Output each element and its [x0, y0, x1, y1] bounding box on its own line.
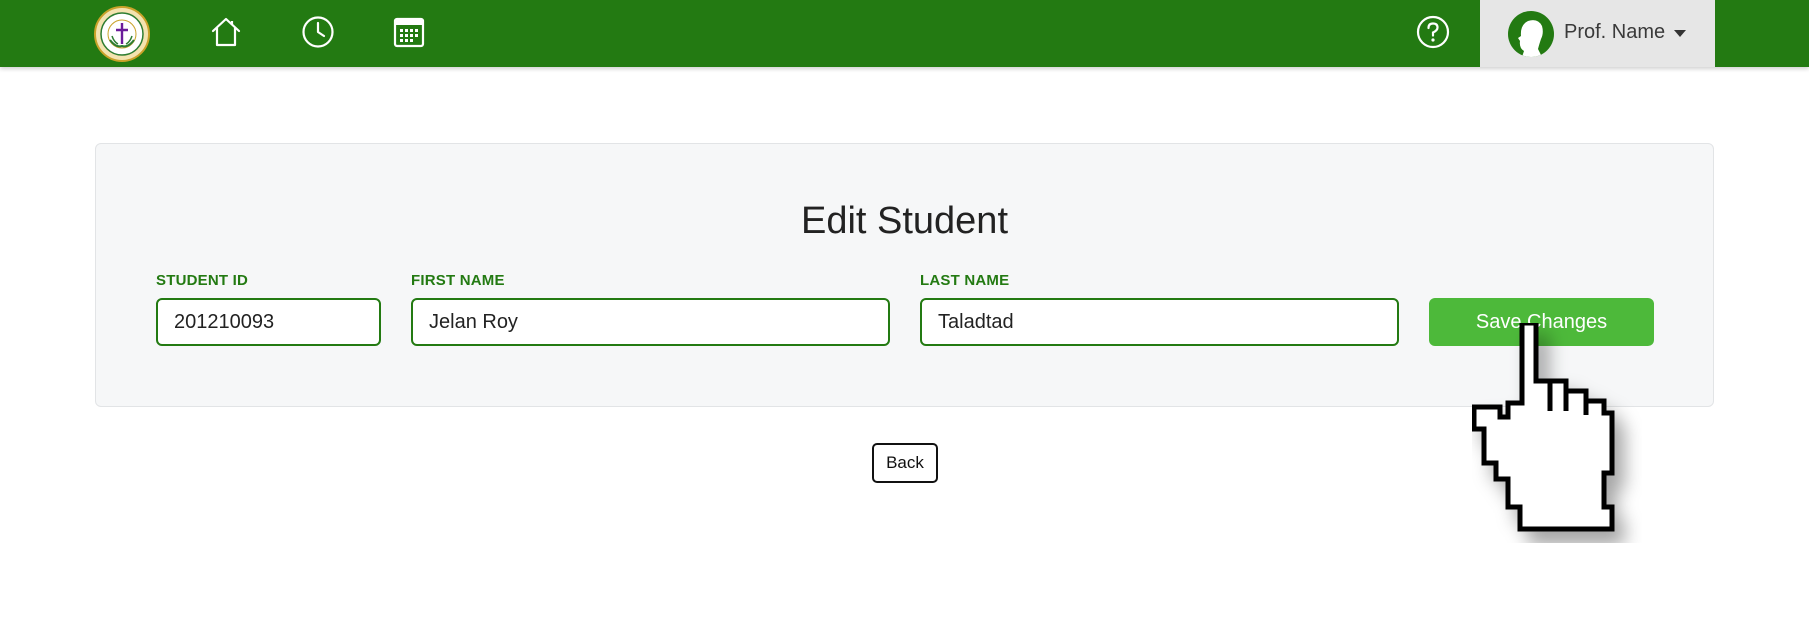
- top-navbar: Prof. Name: [0, 0, 1809, 67]
- school-seal-logo[interactable]: [94, 6, 150, 62]
- last-name-input[interactable]: [920, 298, 1399, 346]
- question-circle-icon[interactable]: [1416, 15, 1450, 49]
- home-icon[interactable]: [209, 15, 243, 49]
- edit-student-card: [95, 143, 1714, 407]
- back-button[interactable]: Back: [872, 443, 938, 483]
- page-title: Edit Student: [800, 200, 1009, 242]
- student-id-input[interactable]: [156, 298, 381, 346]
- save-changes-button[interactable]: Save Changes: [1429, 298, 1654, 346]
- user-menu-dropdown[interactable]: Prof. Name: [1480, 0, 1715, 67]
- first-name-label: FIRST NAME: [411, 272, 505, 289]
- student-id-label: STUDENT ID: [156, 272, 248, 289]
- last-name-label: LAST NAME: [920, 272, 1010, 289]
- user-name: Prof. Name: [1564, 21, 1666, 43]
- first-name-input[interactable]: [411, 298, 890, 346]
- caret-down-icon: [1674, 30, 1686, 37]
- calendar-icon[interactable]: [392, 15, 426, 49]
- clock-icon[interactable]: [301, 15, 335, 49]
- avatar: [1508, 11, 1554, 57]
